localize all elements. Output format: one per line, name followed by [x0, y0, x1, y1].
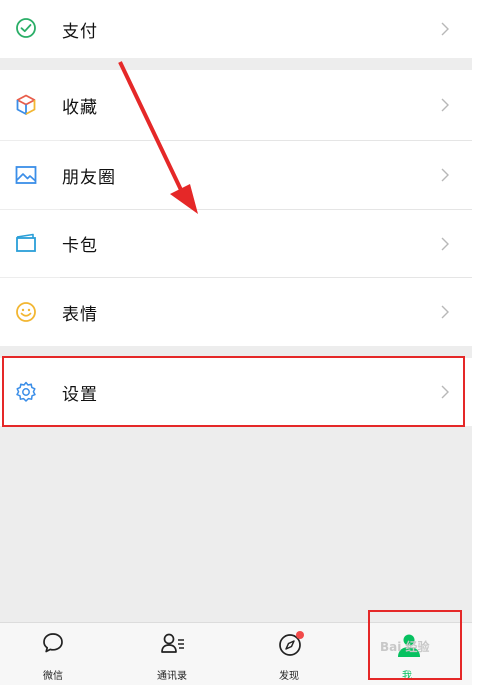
baidu-watermark: Bai 经验 — [380, 640, 430, 654]
annotation-arrow-shaft — [118, 61, 184, 193]
annotation-overlay — [118, 61, 198, 214]
annotation-arrow-head — [170, 184, 198, 214]
